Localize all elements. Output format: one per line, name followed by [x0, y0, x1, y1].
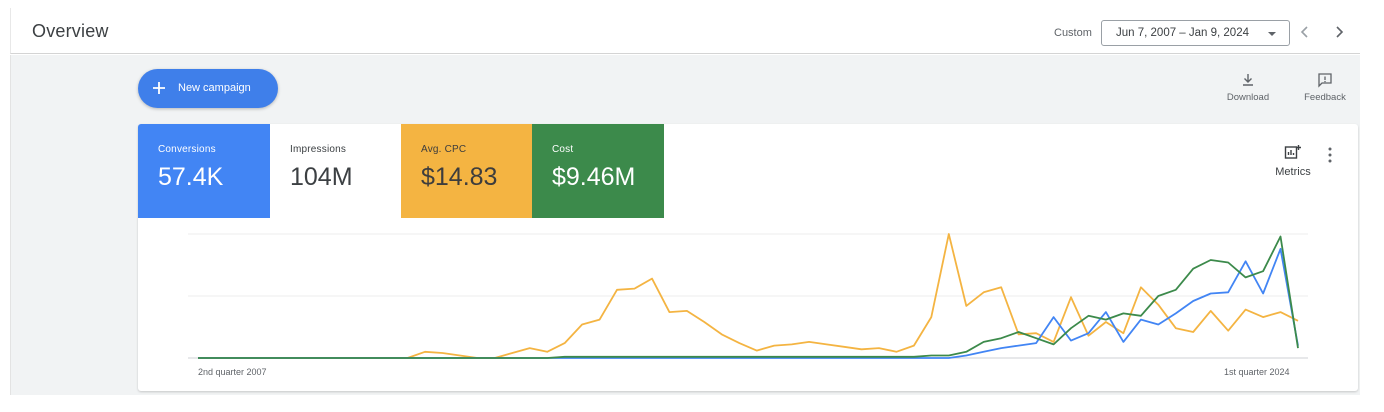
metric-value: 104M [290, 163, 353, 191]
chevron-left-icon[interactable] [1295, 22, 1315, 42]
metric-label: Cost [552, 144, 574, 155]
new-campaign-label: New campaign [178, 82, 251, 94]
metrics-button[interactable]: Metrics [1268, 144, 1318, 184]
x-axis-end-label: 1st quarter 2024 [1224, 367, 1290, 377]
page-title: Overview [32, 21, 109, 41]
x-axis-start-label: 2nd quarter 2007 [198, 367, 267, 377]
plus-icon [153, 82, 165, 94]
metric-impressions[interactable]: Impressions 104M [270, 124, 402, 218]
performance-chart: 2nd quarter 2007 1st quarter 2024 [138, 218, 1358, 391]
metric-label: Conversions [158, 144, 216, 155]
metric-value: $14.83 [421, 163, 498, 191]
download-label: Download [1226, 92, 1270, 103]
download-button[interactable]: Download [1218, 72, 1278, 108]
add-chart-icon [1284, 145, 1301, 159]
date-range-value: Jun 7, 2007 – Jan 9, 2024 [1116, 27, 1249, 39]
metric-label: Avg. CPC [421, 144, 467, 155]
metric-avg-cpc[interactable]: Avg. CPC $14.83 [401, 124, 533, 218]
caret-down-icon [1268, 32, 1276, 36]
more-vert-icon[interactable] [1324, 146, 1336, 164]
metric-label: Impressions [290, 144, 347, 155]
feedback-icon [1318, 73, 1332, 88]
metric-cost[interactable]: Cost $9.46M [532, 124, 664, 218]
chevron-right-icon[interactable] [1329, 22, 1349, 42]
custom-label: Custom [1054, 27, 1092, 39]
overview-header: Overview Custom Jun 7, 2007 – Jan 9, 202… [10, 8, 1360, 54]
new-campaign-button[interactable]: New campaign [138, 69, 278, 108]
chart-svg [188, 233, 1308, 359]
series-line-2 [198, 235, 1299, 359]
series-line-1 [198, 248, 1299, 359]
performance-card: Conversions 57.4K Impressions 104M Avg. … [138, 124, 1358, 391]
feedback-button[interactable]: Feedback [1295, 72, 1355, 108]
date-range-select[interactable]: Jun 7, 2007 – Jan 9, 2024 [1101, 20, 1290, 46]
download-icon [1243, 74, 1253, 86]
metric-value: 57.4K [158, 163, 224, 191]
feedback-label: Feedback [1304, 92, 1346, 103]
metric-conversions[interactable]: Conversions 57.4K [138, 124, 270, 218]
metrics-label: Metrics [1275, 166, 1311, 178]
metric-value: $9.46M [552, 163, 636, 191]
screen: Overview Custom Jun 7, 2007 – Jan 9, 202… [0, 0, 1384, 412]
